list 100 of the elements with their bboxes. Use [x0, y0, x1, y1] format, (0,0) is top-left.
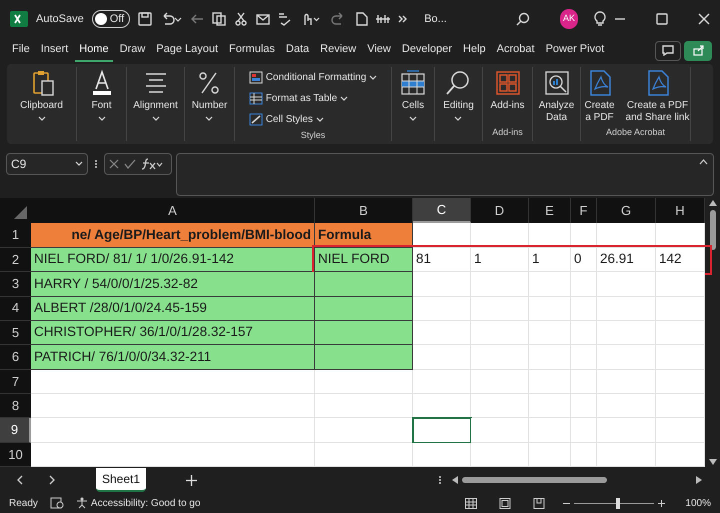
search-icon[interactable]: [516, 12, 530, 26]
table-cell[interactable]: PATRICH/ 76/1/0/0/34.32-211: [31, 345, 315, 370]
table-cell[interactable]: 0: [571, 248, 597, 272]
grid-cell[interactable]: [656, 296, 705, 321]
row-header[interactable]: 7: [0, 370, 31, 394]
grid-cell[interactable]: [413, 442, 471, 468]
grid-cell[interactable]: [529, 418, 571, 443]
collapse-icon[interactable]: [699, 158, 708, 165]
grid-cell[interactable]: [529, 394, 571, 418]
close-icon[interactable]: [698, 12, 710, 25]
row-header[interactable]: 8: [0, 394, 31, 418]
table-cell[interactable]: 1: [471, 248, 529, 272]
grid-cell[interactable]: [597, 223, 656, 248]
menu-tab[interactable]: File: [8, 40, 34, 62]
zoom-slider[interactable]: [574, 498, 654, 509]
row-header[interactable]: 5: [0, 320, 31, 346]
grid-cell[interactable]: [571, 394, 597, 418]
grid-cell[interactable]: [413, 223, 471, 248]
row-header[interactable]: 9: [0, 418, 31, 443]
table-cell[interactable]: CHRISTOPHER/ 36/1/0/1/28.32-157: [31, 320, 315, 346]
table-cell[interactable]: 81: [413, 248, 471, 272]
grid-cell[interactable]: [571, 442, 597, 468]
grid-cell[interactable]: [315, 418, 413, 443]
grid-cell[interactable]: [31, 370, 315, 394]
grid-cell[interactable]: [471, 296, 529, 321]
table-cell[interactable]: NIEL FORD: [315, 248, 413, 272]
grid-cell[interactable]: [656, 272, 705, 297]
grid-cell[interactable]: [471, 394, 529, 418]
ribbon-button[interactable]: Cells: [397, 66, 429, 121]
grid-cell[interactable]: [529, 223, 571, 248]
table-cell[interactable]: Formula: [315, 223, 413, 248]
ribbon-button[interactable]: Add-ins: [488, 66, 526, 112]
horizontal-scrollbar[interactable]: [452, 476, 702, 484]
grid-cell[interactable]: [656, 394, 705, 418]
grid-cell[interactable]: [413, 394, 471, 418]
back-arrow-icon[interactable]: [190, 12, 204, 26]
spelling-icon[interactable]: [278, 12, 292, 26]
grid-cell[interactable]: [597, 296, 656, 321]
ribbon-button[interactable]: Create a PDF: [580, 66, 620, 124]
grid-cell[interactable]: [413, 272, 471, 297]
table-cell[interactable]: [315, 345, 413, 370]
ribbon-button[interactable]: Clipboard: [18, 66, 65, 121]
ribbon-button[interactable]: Conditional Formatting: [248, 68, 378, 87]
ribbon-button[interactable]: Editing: [441, 66, 476, 121]
table-cell[interactable]: HARRY / 54/0/0/1/25.32-82: [31, 272, 315, 297]
grid-cell[interactable]: [471, 370, 529, 394]
accessibility-status[interactable]: Accessibility: Good to go: [90, 496, 200, 511]
grid-cell[interactable]: [656, 345, 705, 370]
row-header[interactable]: 2: [0, 248, 31, 272]
chevron-left-icon[interactable]: [16, 475, 24, 486]
maximize-icon[interactable]: [656, 12, 668, 25]
menu-tab[interactable]: Help: [459, 40, 490, 62]
grid-cell[interactable]: [571, 272, 597, 297]
share-button[interactable]: [684, 40, 712, 61]
lightbulb-icon[interactable]: [594, 10, 606, 27]
grid-cell[interactable]: [656, 320, 705, 346]
grid-cell[interactable]: [529, 272, 571, 297]
grid-cell[interactable]: [597, 272, 656, 297]
more-icon[interactable]: [438, 475, 442, 486]
grid-cell[interactable]: [571, 345, 597, 370]
grid-cell[interactable]: [413, 320, 471, 346]
menu-tab[interactable]: Data: [282, 40, 314, 62]
grid-cell[interactable]: [571, 223, 597, 248]
formula-input[interactable]: [176, 152, 714, 196]
grid-cell[interactable]: [471, 345, 529, 370]
ribbon-button[interactable]: Alignment: [131, 66, 180, 121]
menu-tab[interactable]: Developer: [398, 40, 456, 62]
grid-cell[interactable]: [656, 223, 705, 248]
menu-tab[interactable]: Page Layout: [152, 40, 222, 62]
grid-cell[interactable]: [31, 394, 315, 418]
menu-tab[interactable]: View: [363, 40, 395, 62]
share-icon[interactable]: [692, 45, 704, 56]
name-box[interactable]: C9: [6, 152, 88, 175]
menu-tab[interactable]: Acrobat: [492, 40, 539, 62]
table-cell[interactable]: NIEL FORD/ 81/ 1/ 1/0/26.91-142: [31, 248, 315, 272]
row-header[interactable]: 10: [0, 442, 31, 468]
document-icon[interactable]: [356, 12, 368, 26]
column-header[interactable]: C: [413, 198, 471, 224]
grid-cell[interactable]: [529, 370, 571, 394]
grid-cell[interactable]: [471, 320, 529, 346]
table-cell[interactable]: [315, 320, 413, 346]
autosave-toggle[interactable]: Off: [92, 10, 130, 28]
accessibility-icon[interactable]: [76, 497, 88, 510]
grid-cell[interactable]: [656, 418, 705, 443]
grid-cell[interactable]: [31, 442, 315, 468]
grid-cell[interactable]: [571, 296, 597, 321]
menu-tab[interactable]: Home: [75, 40, 113, 62]
row-header[interactable]: 1: [0, 223, 31, 248]
user-avatar[interactable]: AK: [560, 8, 578, 29]
comment-icon[interactable]: [662, 45, 674, 56]
grid-cell[interactable]: [315, 394, 413, 418]
enter-icon[interactable]: [124, 158, 136, 169]
grid-cell[interactable]: [597, 442, 656, 468]
grid-cell[interactable]: [656, 442, 705, 468]
ribbon-button[interactable]: Create a PDF and Share link: [624, 66, 692, 124]
grid-cell[interactable]: [471, 223, 529, 248]
page-layout-icon[interactable]: [499, 498, 512, 509]
ribbon-button[interactable]: Number: [190, 66, 230, 121]
menu-tab[interactable]: Draw: [116, 40, 150, 62]
copy-icon[interactable]: [212, 12, 226, 26]
